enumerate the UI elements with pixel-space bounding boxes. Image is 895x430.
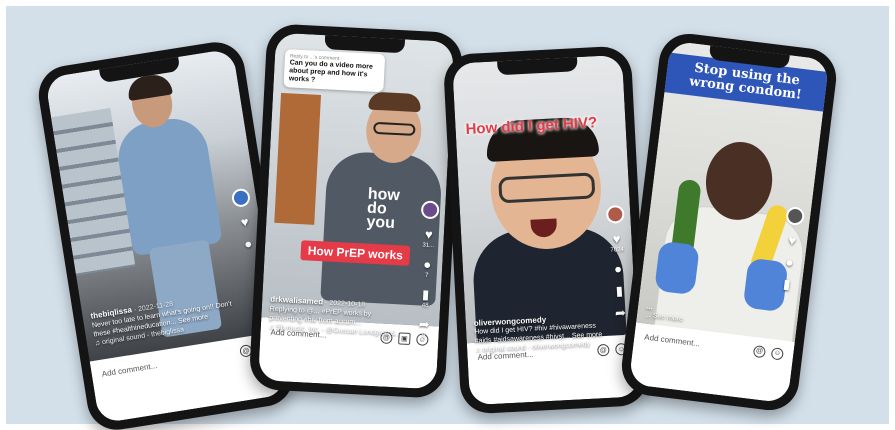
bookmark-icon[interactable]: ▮ — [422, 287, 430, 302]
share-icon[interactable]: ➦ — [418, 316, 430, 332]
heart-icon[interactable]: ♥ — [787, 232, 796, 248]
like-count: 31... — [422, 242, 435, 250]
shirt-text: how do you — [365, 185, 401, 233]
comment-count: 7 — [424, 272, 429, 279]
creator-avatar[interactable] — [420, 200, 440, 220]
creator-avatar[interactable] — [605, 204, 625, 224]
bookmark-count: 48 — [421, 302, 429, 309]
share-icon[interactable]: ➦ — [615, 305, 627, 321]
phone-3-screen: How did I get HIV? ♥ 7024 ● ▮ ➦ oliverwo… — [452, 54, 640, 406]
left-glove — [654, 240, 700, 296]
phone-2-screen: how do you Reply to ...'s comment Can yo… — [258, 32, 454, 390]
question-text: Can you do a video more about prep and h… — [288, 59, 373, 84]
comment-input[interactable]: Add comment... — [644, 333, 748, 355]
question-card: Reply to ...'s comment Can you do a vide… — [283, 49, 386, 93]
heart-icon[interactable]: ♥ — [425, 227, 433, 242]
creator-avatar[interactable] — [230, 187, 252, 209]
comment-icon[interactable]: ● — [243, 236, 253, 252]
video-info: oliverwongcomedy How did I get HIV? #hiv… — [474, 312, 604, 355]
comment-icon[interactable]: ● — [614, 261, 623, 276]
person-jacket — [113, 113, 223, 257]
person-hair — [368, 91, 422, 113]
phone-2: how do you Reply to ...'s comment Can yo… — [248, 23, 464, 399]
comment-icon[interactable]: ● — [785, 254, 795, 270]
glasses — [373, 121, 416, 136]
bookmark-icon[interactable]: ▮ — [615, 283, 623, 298]
video-info: drkwalisamed · 2022-10-18 Replying to @.… — [269, 295, 407, 339]
creator-avatar[interactable] — [785, 205, 806, 227]
phone-3: How did I get HIV? ♥ 7024 ● ▮ ➦ oliverwo… — [442, 45, 650, 415]
emoji-icon[interactable]: ☺ — [770, 346, 785, 361]
at-icon[interactable]: @ — [752, 344, 767, 359]
share-count: 5 — [421, 332, 426, 339]
heart-icon[interactable]: ♥ — [240, 214, 250, 230]
heart-icon[interactable]: ♥ — [612, 231, 620, 246]
bookmark-icon[interactable]: ▮ — [782, 276, 791, 292]
like-count: 7024 — [610, 246, 624, 254]
wood-door — [274, 92, 322, 225]
video-frame[interactable] — [452, 54, 637, 344]
comment-icon[interactable]: ● — [423, 257, 432, 272]
phone-4-screen: Stop using the wrong condom! ♥ ● ▮ ... .… — [628, 40, 830, 404]
glasses — [498, 172, 596, 204]
